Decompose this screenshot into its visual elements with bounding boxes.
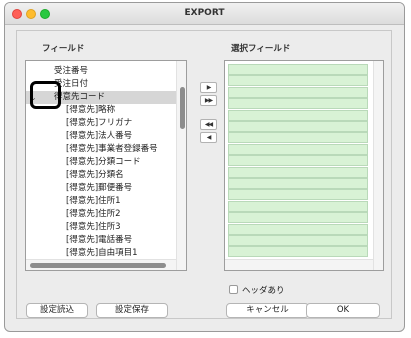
- field-list-item[interactable]: [得意先]住所1: [26, 195, 176, 208]
- selected-list-vertical-scrollbar[interactable]: [373, 61, 383, 270]
- selected-field-list-label: 選択フィールド: [231, 44, 291, 54]
- cancel-button[interactable]: キャンセル: [226, 303, 309, 318]
- field-list-item-label: 受注日付: [54, 79, 89, 89]
- field-list-item[interactable]: [得意先]分類名: [26, 169, 176, 182]
- remove-all-fields-button[interactable]: ◀◀: [200, 119, 217, 130]
- field-list-item-label: [得意先]略称: [66, 105, 116, 115]
- selected-field-row[interactable]: [228, 235, 368, 246]
- field-list-item[interactable]: [得意先]住所2: [26, 208, 176, 221]
- field-list-item[interactable]: [得意先]法人番号: [26, 130, 176, 143]
- selected-list-horizontal-scrollbar[interactable]: [225, 259, 373, 270]
- field-list-item-label: [得意先]住所3: [66, 222, 121, 232]
- field-list-vertical-scrollbar[interactable]: [176, 61, 186, 270]
- selected-field-list[interactable]: [224, 60, 384, 271]
- field-list-horizontal-scrollbar[interactable]: [26, 259, 176, 270]
- selected-field-row[interactable]: [228, 178, 368, 189]
- field-list-item-label: 得意先コード: [54, 92, 106, 102]
- add-all-fields-button[interactable]: ▶▶: [200, 95, 217, 106]
- field-list-item[interactable]: [得意先]分類コード: [26, 156, 176, 169]
- field-list-item[interactable]: [得意先]電話番号: [26, 234, 176, 247]
- field-list-item[interactable]: ⌄ 得意先コード: [26, 91, 176, 104]
- title-bar: EXPORT: [5, 3, 404, 25]
- selected-field-row[interactable]: [228, 75, 368, 87]
- field-list-item[interactable]: [得意先]郵便番号: [26, 182, 176, 195]
- add-field-button[interactable]: ▶: [200, 82, 217, 93]
- selected-field-row[interactable]: [228, 223, 368, 235]
- field-list-item-label: [得意先]電話番号: [66, 235, 133, 245]
- field-list-item-label: [得意先]住所2: [66, 209, 121, 219]
- header-checkbox-label: ヘッダあり: [242, 286, 285, 296]
- selected-field-row[interactable]: [228, 166, 368, 178]
- field-list-item[interactable]: [得意先]事業者登録番号: [26, 143, 176, 156]
- chevron-down-icon[interactable]: ⌄: [30, 91, 37, 104]
- load-settings-button[interactable]: 設定読込: [26, 303, 88, 318]
- field-list-label: フィールド: [42, 44, 85, 54]
- save-settings-button[interactable]: 設定保存: [96, 303, 168, 318]
- field-list-item-label: [得意先]分類コード: [66, 157, 141, 167]
- selected-field-row[interactable]: [228, 86, 368, 98]
- field-list-item-label: [得意先]法人番号: [66, 131, 133, 141]
- field-list-item-label: [得意先]フリガナ: [66, 118, 133, 128]
- selected-field-row[interactable]: [228, 132, 368, 144]
- selected-field-row[interactable]: [228, 189, 368, 201]
- field-list-item-label: [得意先]郵便番号: [66, 183, 133, 193]
- field-list-item[interactable]: [得意先]フリガナ: [26, 117, 176, 130]
- selected-field-row[interactable]: [228, 98, 368, 110]
- field-list-item-label: [得意先]分類名: [66, 170, 124, 180]
- field-list-vertical-scroll-thumb[interactable]: [180, 87, 185, 129]
- field-list-item-label: 受注番号: [54, 66, 89, 76]
- field-list-item-label: [得意先]自由項目1: [66, 248, 138, 258]
- selected-field-row[interactable]: [228, 109, 368, 121]
- selected-field-row[interactable]: [228, 200, 368, 212]
- field-list-item-label: [得意先]住所1: [66, 196, 121, 206]
- selected-field-row[interactable]: [228, 143, 368, 155]
- remove-field-button[interactable]: ◀: [200, 132, 217, 143]
- field-list-item[interactable]: [得意先]略称: [26, 104, 176, 117]
- field-list-horizontal-scroll-thumb[interactable]: [30, 263, 166, 268]
- header-checkbox[interactable]: [229, 285, 238, 294]
- selected-field-row[interactable]: [228, 212, 368, 224]
- window-title: EXPORT: [184, 8, 225, 18]
- ok-button[interactable]: OK: [306, 303, 380, 318]
- field-list-item-label: [得意先]事業者登録番号: [66, 144, 158, 154]
- field-list-item[interactable]: [得意先]自由項目1: [26, 247, 176, 260]
- field-list-item[interactable]: [得意先]住所3: [26, 221, 176, 234]
- selected-field-row[interactable]: [228, 64, 368, 75]
- field-list-item[interactable]: 受注日付: [26, 78, 176, 91]
- selected-field-row[interactable]: [228, 155, 368, 167]
- selected-field-row[interactable]: [228, 121, 368, 132]
- field-list[interactable]: 受注番号受注日付 ⌄ 得意先コード [得意先]略称 [得意先]フリガナ [得意先]法人番号…: [25, 60, 187, 271]
- field-list-item[interactable]: 受注番号: [26, 65, 176, 78]
- selected-field-row[interactable]: [228, 246, 368, 258]
